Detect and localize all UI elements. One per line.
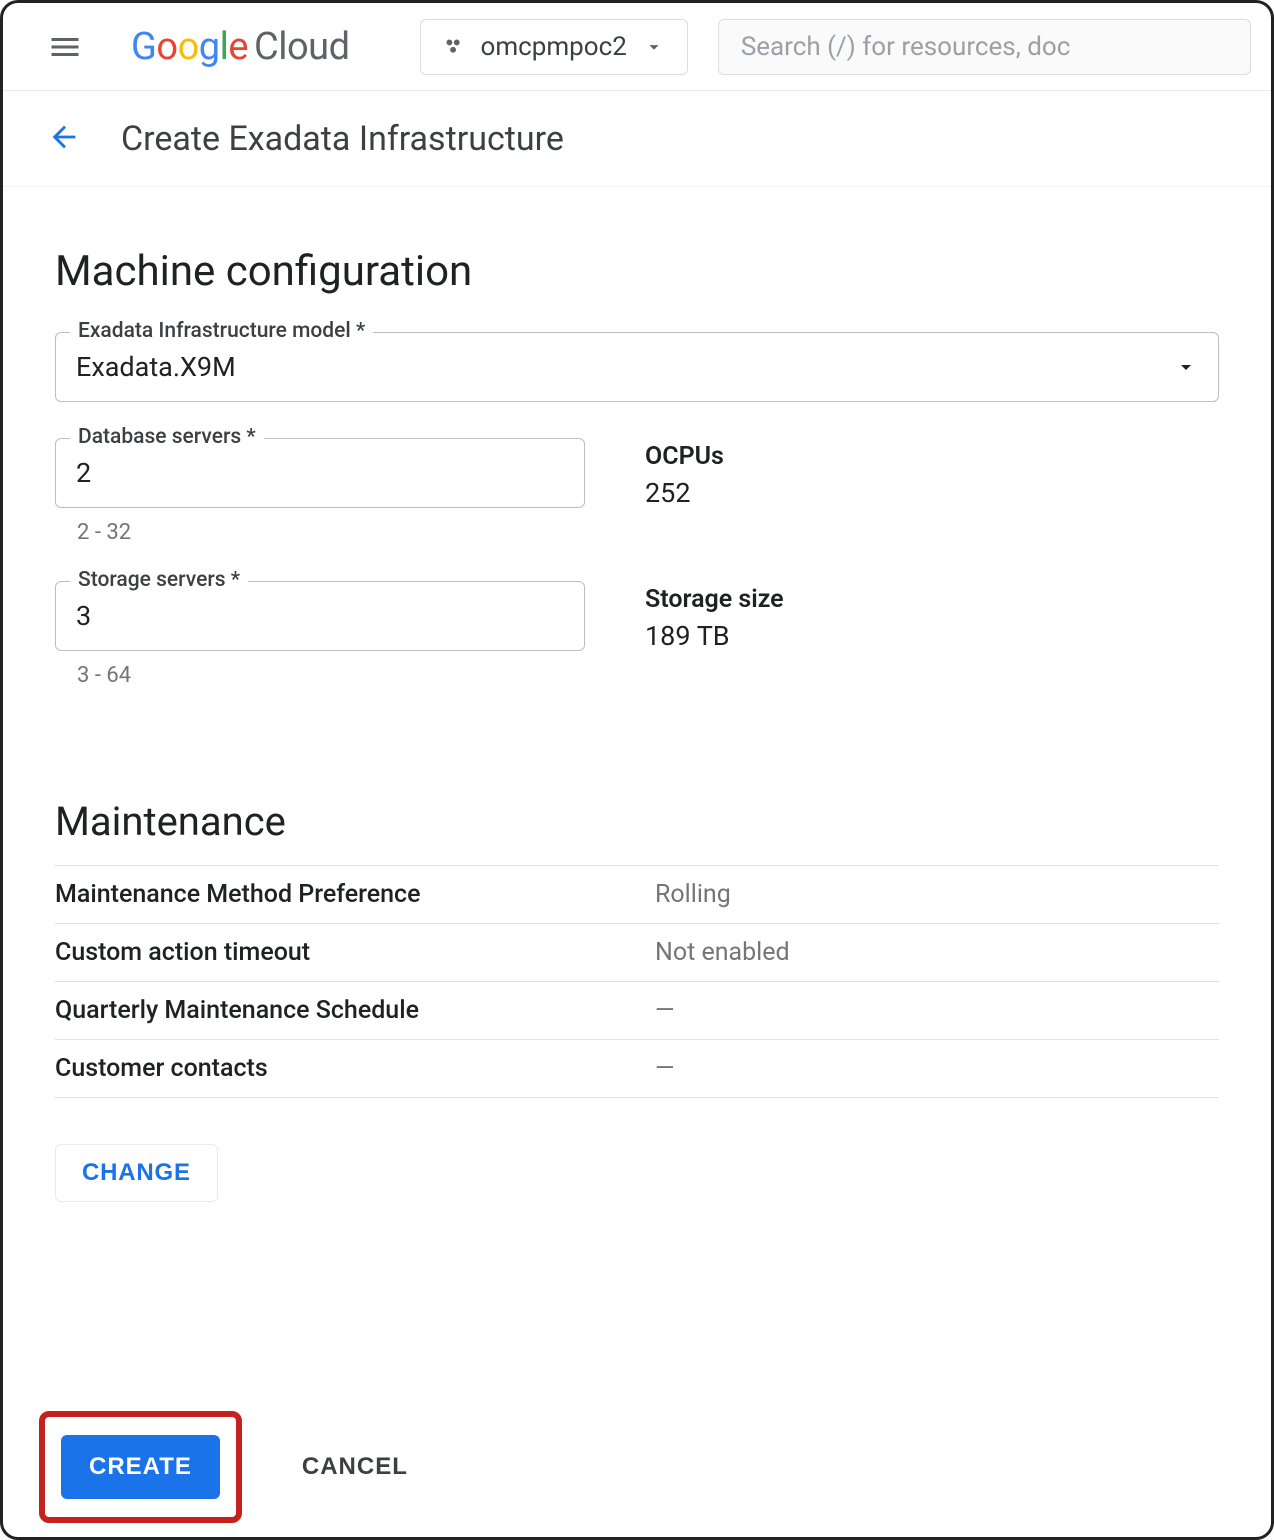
project-icon	[443, 36, 465, 58]
google-cloud-logo[interactable]: Google Cloud	[131, 25, 350, 69]
machine-config-heading: Machine configuration	[55, 247, 1219, 296]
exadata-model-label: Exadata Infrastructure model *	[70, 319, 373, 343]
change-button[interactable]: CHANGE	[55, 1144, 218, 1202]
logo-letter: o	[156, 25, 177, 69]
database-servers-field[interactable]: Database servers *	[55, 438, 585, 508]
storage-size-value: 189 TB	[645, 620, 1219, 652]
maintenance-row: Custom action timeout Not enabled	[55, 923, 1219, 981]
create-button-highlight: CREATE	[39, 1411, 242, 1523]
maintenance-section: Maintenance Maintenance Method Preferenc…	[55, 798, 1219, 1202]
search-input[interactable]: Search (/) for resources, doc	[718, 19, 1251, 75]
logo-letter: e	[228, 25, 248, 69]
logo-letter: G	[131, 25, 156, 69]
exadata-model-value: Exadata.X9M	[76, 351, 236, 383]
logo-letter: o	[178, 25, 199, 69]
project-name: omcpmpoc2	[481, 32, 627, 62]
cancel-button[interactable]: CANCEL	[302, 1453, 408, 1481]
database-servers-label: Database servers *	[70, 425, 264, 449]
maintenance-row-value: —	[655, 996, 675, 1025]
storage-servers-helper: 3 - 64	[77, 663, 585, 688]
maintenance-row: Quarterly Maintenance Schedule —	[55, 981, 1219, 1039]
search-placeholder: Search (/) for resources, doc	[741, 32, 1071, 62]
maintenance-row-label: Quarterly Maintenance Schedule	[55, 996, 655, 1025]
database-servers-input[interactable]	[76, 457, 564, 489]
page-title: Create Exadata Infrastructure	[121, 119, 564, 159]
logo-letter: g	[199, 25, 220, 69]
database-servers-helper: 2 - 32	[77, 520, 585, 545]
maintenance-row-label: Maintenance Method Preference	[55, 880, 655, 909]
maintenance-row-value: —	[655, 1054, 675, 1083]
create-button[interactable]: CREATE	[61, 1435, 220, 1499]
storage-size-label: Storage size	[645, 585, 1219, 614]
storage-servers-field[interactable]: Storage servers *	[55, 581, 585, 651]
storage-servers-input[interactable]	[76, 600, 564, 632]
top-app-bar: Google Cloud omcpmpoc2 Search (/) for re…	[3, 3, 1271, 91]
menu-icon[interactable]	[47, 29, 83, 65]
maintenance-row: Customer contacts —	[55, 1039, 1219, 1098]
maintenance-row-label: Customer contacts	[55, 1054, 655, 1083]
maintenance-row: Maintenance Method Preference Rolling	[55, 865, 1219, 923]
maintenance-row-label: Custom action timeout	[55, 938, 655, 967]
storage-servers-label: Storage servers *	[70, 568, 248, 592]
ocpus-label: OCPUs	[645, 442, 1219, 471]
maintenance-row-value: Rolling	[655, 880, 731, 909]
chevron-down-icon	[1174, 355, 1198, 379]
project-selector[interactable]: omcpmpoc2	[420, 19, 688, 75]
logo-letter: l	[220, 25, 229, 69]
exadata-model-select[interactable]: Exadata Infrastructure model * Exadata.X…	[55, 332, 1219, 402]
main-content: Machine configuration Exadata Infrastruc…	[3, 187, 1271, 1202]
maintenance-heading: Maintenance	[55, 798, 1219, 845]
footer-actions: CREATE CANCEL	[3, 1397, 1271, 1537]
back-arrow-icon[interactable]	[47, 120, 81, 158]
ocpus-value: 252	[645, 477, 1219, 509]
page-header: Create Exadata Infrastructure	[3, 91, 1271, 187]
maintenance-row-value: Not enabled	[655, 938, 790, 967]
logo-cloud-text: Cloud	[254, 25, 350, 69]
chevron-down-icon	[643, 36, 665, 58]
